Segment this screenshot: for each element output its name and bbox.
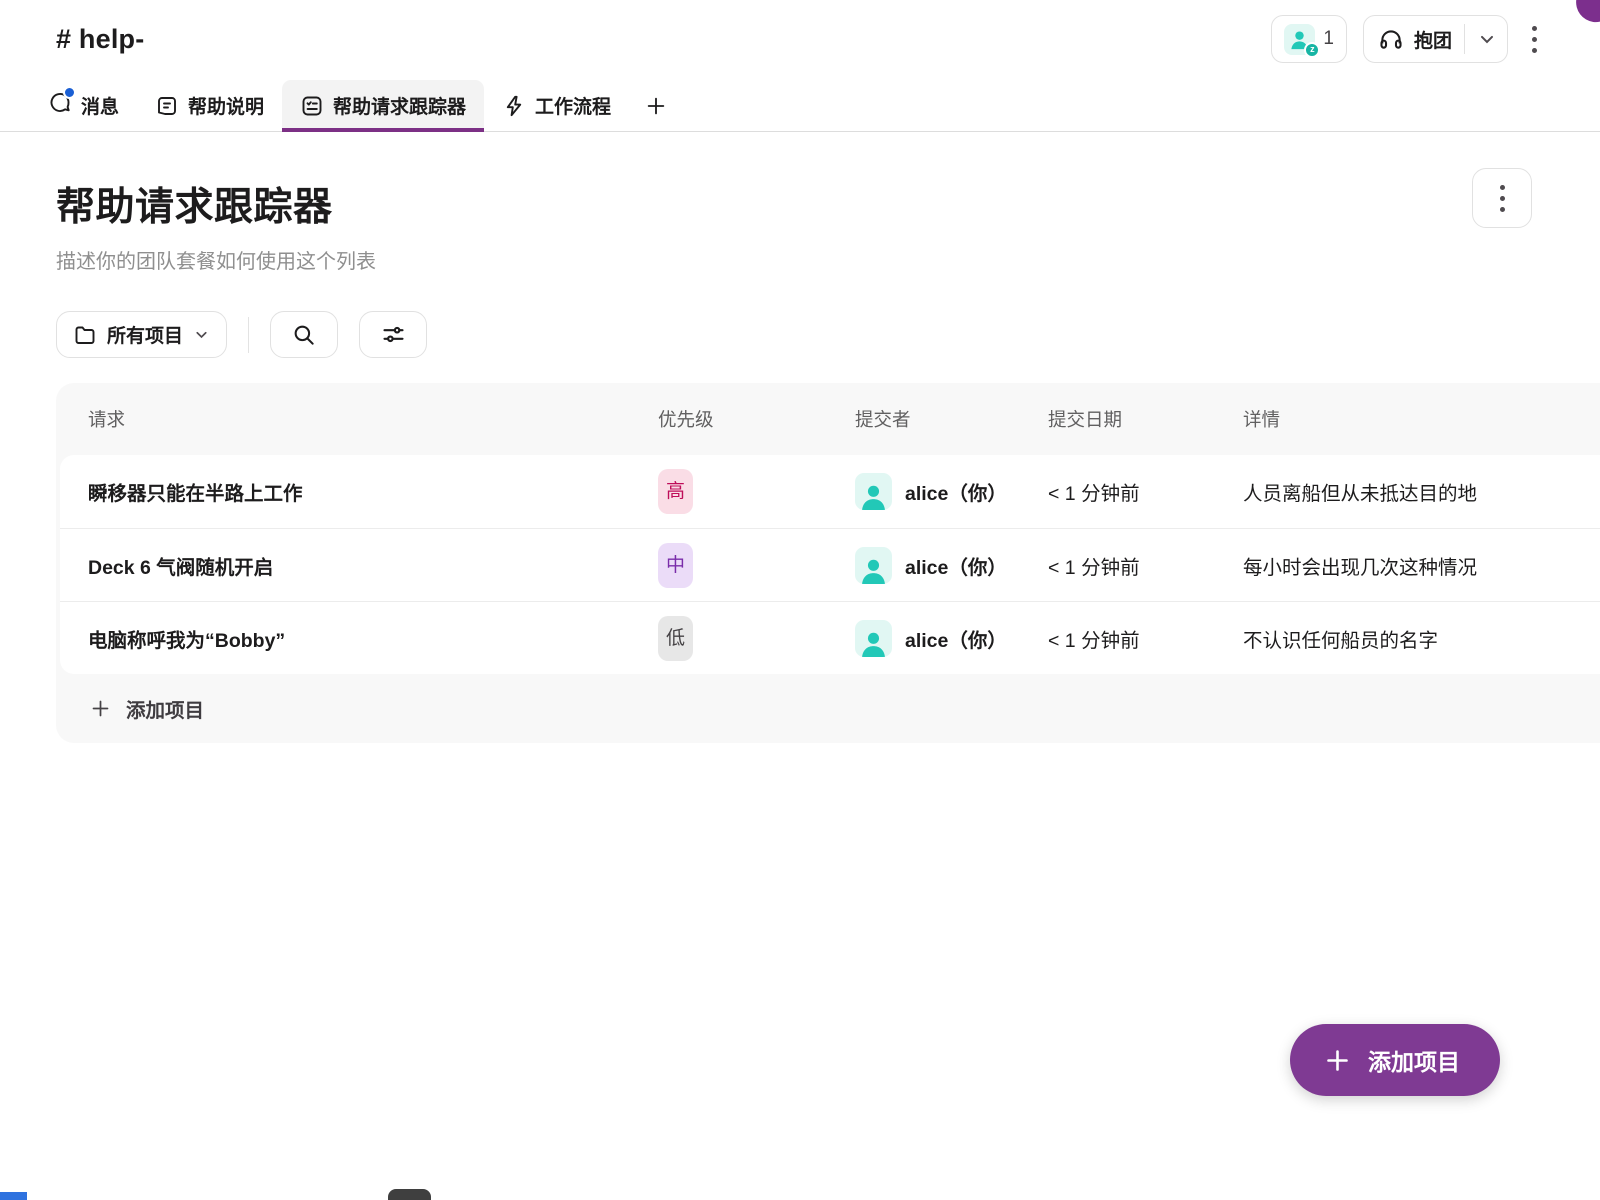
- bottom-dark-fragment: [388, 1189, 431, 1200]
- bolt-icon: [502, 94, 526, 118]
- plus-icon: [645, 95, 667, 117]
- add-item-fab[interactable]: 添加项目: [1290, 1024, 1500, 1096]
- huddle-label: 抱团: [1414, 26, 1452, 53]
- divider: [1464, 24, 1465, 54]
- tab-label: 工作流程: [535, 92, 611, 119]
- submitter-cell: alice（你）: [855, 620, 1048, 657]
- tab-tracker[interactable]: 帮助请求跟踪器: [282, 80, 484, 131]
- plus-icon: [1324, 1047, 1351, 1074]
- header-more-button[interactable]: [1524, 16, 1545, 63]
- person-icon: [859, 481, 888, 510]
- submit-date: < 1 分钟前: [1048, 624, 1243, 653]
- list-toolbar: 所有项目: [56, 311, 427, 358]
- away-badge: z: [1304, 42, 1320, 58]
- tab-messages[interactable]: 消息: [30, 80, 137, 131]
- tab-bar: 消息 帮助说明 帮助请求跟踪器 工作流程: [0, 80, 1600, 132]
- column-header-submitter[interactable]: 提交者: [855, 406, 1048, 432]
- priority-badge: 低: [658, 616, 693, 661]
- details-text: 不认识任何船员的名字: [1243, 624, 1600, 653]
- filter-settings-button[interactable]: [359, 311, 427, 358]
- page-title: 帮助请求跟踪器: [56, 176, 333, 232]
- member-avatar: z: [1284, 24, 1315, 55]
- huddle-button[interactable]: 抱团: [1363, 15, 1508, 63]
- submitter-cell: alice（你）: [855, 473, 1048, 510]
- add-tab-button[interactable]: [629, 80, 683, 131]
- fab-label: 添加项目: [1368, 1043, 1460, 1077]
- header-controls: z 1 抱团: [1271, 15, 1545, 63]
- table-row[interactable]: 瞬移器只能在半路上工作 高 alice（你） < 1 分钟前 人员离船但从未抵达…: [60, 455, 1600, 528]
- request-title: 瞬移器只能在半路上工作: [88, 477, 658, 506]
- submitter-name: alice（你）: [905, 551, 1007, 580]
- table-row[interactable]: 电脑称呼我为“Bobby” 低 alice（你） < 1 分钟前 不认识任何船员…: [60, 601, 1600, 674]
- avatar: [855, 620, 892, 657]
- channel-title: # help-: [56, 24, 144, 55]
- column-header-date[interactable]: 提交日期: [1048, 406, 1243, 432]
- folder-icon: [73, 323, 97, 347]
- tab-label: 帮助说明: [188, 92, 264, 119]
- sliders-icon: [380, 321, 407, 348]
- checklist-icon: [300, 94, 324, 118]
- submitter-name: alice（你）: [905, 624, 1007, 653]
- avatar: [855, 547, 892, 584]
- add-item-label: 添加项目: [126, 694, 204, 723]
- table-row[interactable]: Deck 6 气阀随机开启 中 alice（你） < 1 分钟前 每小时会出现几…: [60, 528, 1600, 601]
- priority-badge: 高: [658, 469, 693, 514]
- submit-date: < 1 分钟前: [1048, 551, 1243, 580]
- search-button[interactable]: [270, 311, 338, 358]
- submitter-cell: alice（你）: [855, 547, 1048, 584]
- divider: [248, 317, 249, 353]
- headphones-icon: [1378, 26, 1404, 52]
- app-window: # help- z 1 抱团: [0, 0, 1600, 1200]
- request-title: 电脑称呼我为“Bobby”: [88, 624, 658, 653]
- add-item-row-button[interactable]: 添加项目: [60, 674, 204, 743]
- person-icon: [859, 555, 888, 584]
- column-header-request[interactable]: 请求: [88, 406, 658, 432]
- request-table: 请求 优先级 提交者 提交日期 详情 瞬移器只能在半路上工作 高 alice（你…: [56, 383, 1600, 743]
- details-text: 人员离船但从未抵达目的地: [1243, 477, 1600, 506]
- view-filter-label: 所有项目: [107, 321, 183, 348]
- chevron-down-icon: [193, 326, 210, 343]
- tab-workflow[interactable]: 工作流程: [484, 80, 629, 131]
- column-header-priority[interactable]: 优先级: [658, 406, 855, 432]
- notification-dot: [63, 86, 76, 99]
- page-subtitle[interactable]: 描述你的团队套餐如何使用这个列表: [56, 245, 376, 274]
- list-options-button[interactable]: [1472, 168, 1532, 228]
- members-button[interactable]: z 1: [1271, 15, 1347, 63]
- table-header-row: 请求 优先级 提交者 提交日期 详情: [56, 383, 1600, 455]
- tab-canvas[interactable]: 帮助说明: [137, 80, 282, 131]
- priority-badge: 中: [658, 543, 693, 588]
- chevron-down-icon[interactable]: [1477, 29, 1497, 49]
- details-text: 每小时会出现几次这种情况: [1243, 551, 1600, 580]
- search-icon: [291, 322, 317, 348]
- table-rows-card: 瞬移器只能在半路上工作 高 alice（你） < 1 分钟前 人员离船但从未抵达…: [60, 455, 1600, 674]
- plus-icon: [90, 698, 111, 719]
- member-count: 1: [1323, 28, 1334, 50]
- view-filter-button[interactable]: 所有项目: [56, 311, 227, 358]
- submitter-name: alice（你）: [905, 477, 1007, 506]
- submit-date: < 1 分钟前: [1048, 477, 1243, 506]
- bottom-blue-fragment: [0, 1192, 27, 1200]
- avatar: [855, 473, 892, 510]
- tab-label: 帮助请求跟踪器: [333, 92, 466, 119]
- canvas-icon: [155, 94, 179, 118]
- kebab-icon: [1492, 175, 1513, 222]
- request-title: Deck 6 气阀随机开启: [88, 551, 658, 580]
- chat-bubble-icon: [48, 91, 72, 121]
- tab-label: 消息: [81, 92, 119, 119]
- person-icon: [859, 628, 888, 657]
- column-header-details[interactable]: 详情: [1243, 406, 1600, 432]
- channel-header: # help- z 1 抱团: [0, 0, 1600, 80]
